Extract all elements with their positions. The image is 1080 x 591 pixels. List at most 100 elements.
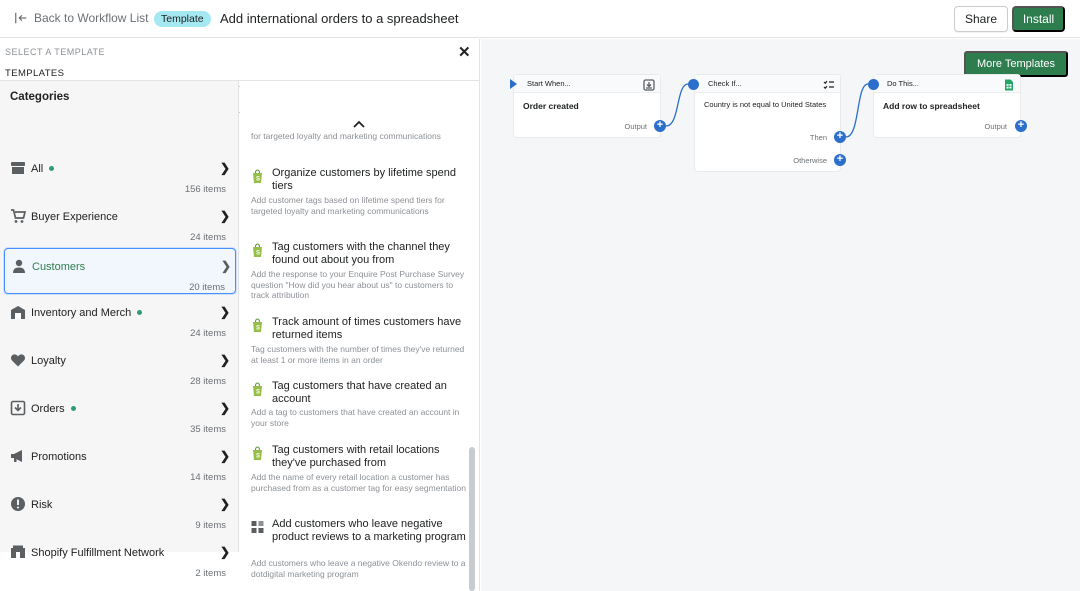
node-header: Do This... [874,75,1020,93]
shopify-bag-icon: S [251,382,264,396]
template-description: Add the name of every retail location a … [251,472,466,493]
category-label: All [31,163,55,175]
back-to-workflow-list-link[interactable]: Back to Workflow List [14,11,148,25]
shopify-bag-icon: S [251,446,264,460]
condition-node[interactable]: Check If... Country is not equal to Unit… [695,75,840,171]
template-title: Tag customers with the channel they foun… [272,241,450,266]
category-buyer-experience[interactable]: Buyer Experience ❯ 24 items [4,199,236,245]
category-promotions[interactable]: Promotions ❯ 14 items [4,439,236,485]
category-label: Buyer Experience [31,211,118,223]
category-customers[interactable]: Customers ❯ 20 items [4,248,236,294]
category-label: Customers [32,261,86,273]
template-description: Add customer tags based on lifetime spen… [251,195,445,216]
template-badge: Template [154,11,211,27]
new-dot [70,405,76,411]
templates-label: TEMPLATES [5,68,65,79]
svg-text:S: S [256,390,260,396]
add-step-button[interactable]: + [654,120,666,132]
template-title: Tag customers with retail locations they… [272,444,440,469]
svg-text:S: S [256,326,260,332]
top-bar: Back to Workflow List Template Add inter… [0,0,1080,38]
template-description: Add the response to your Enquire Post Pu… [251,269,465,300]
category-count: 24 items [190,328,226,339]
node-title: Order created [523,101,579,111]
category-risk[interactable]: Risk ❯ 9 items [4,487,236,533]
category-count: 24 items [190,232,226,243]
otherwise-port-label: Otherwise [793,156,827,165]
node-header: Check If... [695,75,840,93]
output-port-label: Output [624,122,647,131]
template-description: Add a tag to customers that have created… [251,407,460,428]
template-title: Tag customers that have created an accou… [272,380,447,405]
category-label: Shopify Fulfillment Network [31,547,165,559]
template-item[interactable]: Add customers who leave negative product… [251,518,466,582]
person-icon [11,258,27,274]
add-step-button[interactable]: + [1015,120,1027,132]
category-count: 156 items [184,184,226,195]
node-header: Start When... [514,75,660,93]
category-inventory-and-merch[interactable]: Inventory and Merch ❯ 24 items [4,295,236,341]
chevron-right-icon: ❯ [220,497,231,511]
select-template-label: SELECT A TEMPLATE [5,47,106,57]
app-grid-icon [251,520,264,534]
template-item[interactable]: S Organize customers by lifetime spend t… [251,167,466,231]
add-otherwise-step-button[interactable]: + [834,154,846,166]
template-item[interactable]: S Track amount of times customers have r… [251,316,466,370]
category-label: Promotions [31,451,87,463]
new-dot [49,165,55,171]
svg-text:S: S [256,177,260,183]
action-node[interactable]: Do This... Add row to spreadsheet Output [874,75,1020,137]
share-button[interactable]: Share [954,6,1008,32]
template-description: Add customers who leave a negative Okend… [251,558,466,579]
category-count: 20 items [189,282,225,293]
template-item[interactable]: S Tag customers with retail locations th… [251,444,466,508]
chevron-right-icon: ❯ [220,545,231,559]
svg-text:S: S [256,251,260,257]
chevron-right-icon: ❯ [220,449,231,463]
more-templates-button[interactable]: More Templates [964,51,1068,77]
output-port-label: Output [984,122,1007,131]
chevron-right-icon: ❯ [220,209,231,223]
category-label: Risk [31,499,53,511]
megaphone-icon [10,448,26,464]
template-title: Add customers who leave negative product… [272,518,466,543]
back-arrow-icon [15,12,27,24]
svg-text:S: S [256,454,260,460]
alert-circle-icon [10,496,26,512]
chevron-right-icon: ❯ [220,305,231,319]
back-label: Back to Workflow List [34,11,149,25]
shopify-bag-icon: S [251,318,264,332]
category-orders[interactable]: Orders ❯ 35 items [4,391,236,437]
category-label: Inventory and Merch [31,307,143,319]
category-shopify-fulfillment-network[interactable]: Shopify Fulfillment Network ❯ 2 items [4,535,236,581]
scrollbar-thumb[interactable] [469,447,475,591]
chevron-up-icon[interactable] [352,119,366,129]
add-then-step-button[interactable]: + [834,131,846,143]
cart-icon [10,208,27,224]
category-all[interactable]: All ❯ 156 items [4,151,236,197]
trigger-node[interactable]: Start When... Order created Output [514,75,660,137]
shopify-bag-icon: S [251,169,264,183]
categories-heading: Categories [10,91,70,103]
category-label: Loyalty [31,355,66,367]
chevron-right-icon: ❯ [220,353,231,367]
template-item[interactable]: S Tag customers that have created an acc… [251,380,466,434]
download-box-icon [643,78,655,91]
spreadsheet-icon [1003,78,1015,91]
inbox-download-icon [10,400,26,416]
chevron-right-icon: ❯ [220,401,231,415]
close-icon[interactable]: ✕ [458,43,471,61]
heart-icon [10,352,26,368]
then-port-label: Then [809,133,827,142]
install-button[interactable]: Install [1012,6,1065,32]
checklist-icon [823,78,835,90]
category-count: 35 items [190,424,226,435]
trigger-play-icon [510,79,517,89]
category-count: 2 items [195,568,226,579]
category-count: 9 items [195,520,226,531]
category-loyalty[interactable]: Loyalty ❯ 28 items [4,343,236,389]
template-item[interactable]: S Tag customers with the channel they fo… [251,241,466,305]
input-port [868,79,879,90]
warehouse-icon [10,304,26,320]
fulfillment-icon [10,544,26,560]
